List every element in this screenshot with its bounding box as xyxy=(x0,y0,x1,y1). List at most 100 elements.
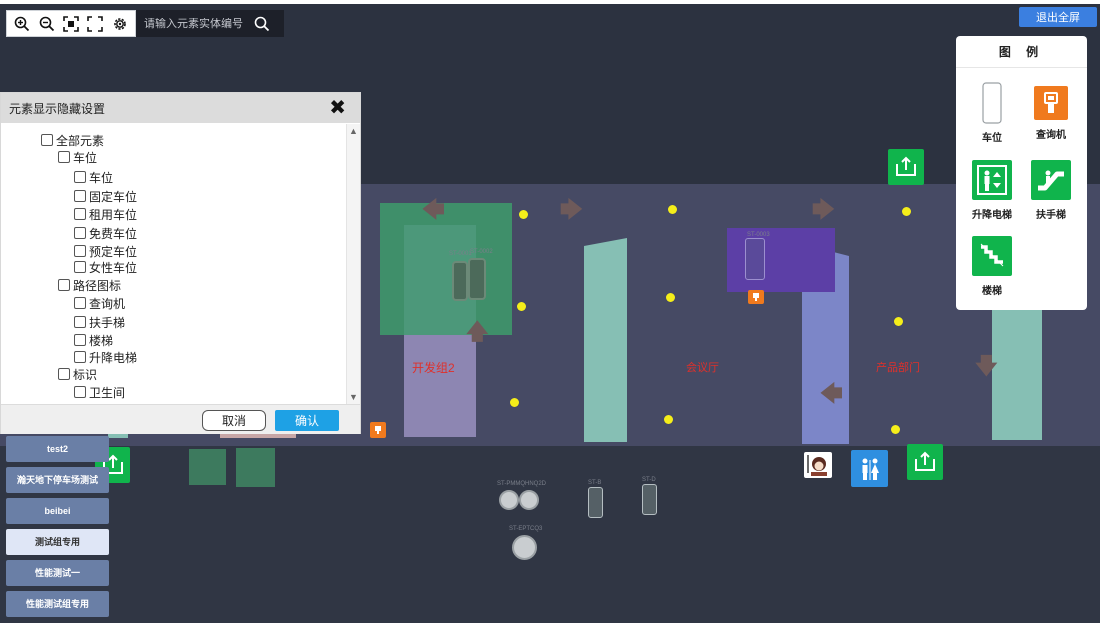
checkbox[interactable] xyxy=(58,151,70,163)
kiosk-icon[interactable] xyxy=(370,422,386,438)
confirm-button[interactable]: 确认 xyxy=(275,410,339,431)
tree-item[interactable]: 免费车位 xyxy=(74,225,137,241)
tree-item-label: 查询机 xyxy=(89,296,126,311)
tree-item[interactable]: 固定车位 xyxy=(74,188,137,204)
checkbox[interactable] xyxy=(74,208,86,220)
panel-header: 元素显示隐藏设置 ✖ xyxy=(1,93,360,123)
checkbox[interactable] xyxy=(74,334,86,346)
tree-item[interactable]: 标识 xyxy=(58,366,97,382)
floor-button-perf-test-group[interactable]: 性能测试组专用 xyxy=(6,591,109,617)
parking-slot[interactable] xyxy=(745,238,765,280)
tree-item[interactable]: 租用车位 xyxy=(74,206,137,222)
escalator-icon xyxy=(1031,160,1071,200)
floor-button-perf-test-1[interactable]: 性能测试一 xyxy=(6,560,109,586)
panel-title: 元素显示隐藏设置 xyxy=(9,101,106,116)
avatar-marker-icon[interactable] xyxy=(804,452,832,478)
camera-device-icon[interactable] xyxy=(512,535,537,560)
legend-item-escalator: 扶手梯 xyxy=(1021,160,1081,221)
checkbox[interactable] xyxy=(74,245,86,257)
arrow-up-icon: 🡅 xyxy=(466,319,489,344)
checkbox[interactable] xyxy=(74,297,86,309)
search-icon xyxy=(254,16,270,31)
tree-item[interactable]: 楼梯 xyxy=(74,332,113,348)
route-dot xyxy=(666,293,675,302)
floor-button-test2[interactable]: test2 xyxy=(6,436,109,462)
zoom-out-icon[interactable] xyxy=(37,14,57,34)
zone-product-mint[interactable] xyxy=(992,306,1042,440)
checkbox[interactable] xyxy=(74,316,86,328)
arrow-left-icon: 🡄 xyxy=(422,197,445,222)
search-button[interactable] xyxy=(244,10,280,37)
zone-pillar-mint[interactable] xyxy=(584,238,628,442)
floor-button-test-group[interactable]: 测试组专用 xyxy=(6,529,109,555)
gear-icon[interactable] xyxy=(110,14,130,34)
zone-label-conference: 会议厅 xyxy=(686,362,719,374)
tree-item[interactable]: 路径图标 xyxy=(58,277,121,293)
fit-screen-icon[interactable] xyxy=(61,14,81,34)
tree-item[interactable]: 卫生间 xyxy=(74,384,125,400)
arrow-down-icon: 🡇 xyxy=(975,353,998,378)
tree-item[interactable]: 全部元素 xyxy=(41,132,104,148)
route-dot xyxy=(664,415,673,424)
lower-green-block[interactable] xyxy=(189,449,226,485)
checkbox[interactable] xyxy=(74,171,86,183)
checkbox[interactable] xyxy=(74,227,86,239)
tree-item[interactable]: 预定车位 xyxy=(74,243,137,259)
zoom-in-icon[interactable] xyxy=(12,14,32,34)
exit-fullscreen-button[interactable]: 退出全屏 xyxy=(1019,7,1097,27)
tree-item[interactable]: 车位 xyxy=(74,169,113,185)
cancel-button[interactable]: 取消 xyxy=(202,410,266,431)
camera-device-icon[interactable] xyxy=(519,490,539,510)
checkbox[interactable] xyxy=(41,134,53,146)
tree-item[interactable]: 女性车位 xyxy=(74,259,137,275)
zone-label-product: 产品部门 xyxy=(876,362,920,374)
parking-slot[interactable] xyxy=(642,484,657,515)
parking-slot-code: ST-0001 xyxy=(449,251,472,257)
parking-space-icon xyxy=(975,82,1009,124)
camera-device-icon[interactable] xyxy=(499,490,519,510)
tree-item-label: 固定车位 xyxy=(89,189,138,204)
map-toolbar xyxy=(6,10,284,37)
fullscreen-icon[interactable] xyxy=(85,14,105,34)
search-box xyxy=(136,10,284,37)
checkbox[interactable] xyxy=(74,261,86,273)
close-icon[interactable]: ✖ xyxy=(329,98,346,118)
scroll-up-icon[interactable]: ▲ xyxy=(349,126,358,136)
restroom-icon[interactable] xyxy=(851,450,888,487)
tree-item[interactable]: 车位 xyxy=(58,149,97,165)
checkbox[interactable] xyxy=(74,386,86,398)
floor-button-hantiandi[interactable]: 瀚天地下停车场测试 xyxy=(6,467,109,493)
checkbox[interactable] xyxy=(58,279,70,291)
legend-label: 查询机 xyxy=(1036,130,1066,141)
tree-item[interactable]: 扶手梯 xyxy=(74,314,125,330)
route-dot xyxy=(668,205,677,214)
zone-dev-group-lavender[interactable] xyxy=(404,335,476,437)
legend-label: 升降电梯 xyxy=(972,210,1012,221)
device-code: ST-PMMQHNQ2D xyxy=(497,481,547,487)
legend-item-parking: 车位 xyxy=(962,82,1022,144)
tree-item-label: 预定车位 xyxy=(89,244,138,259)
zone-conference-purple[interactable] xyxy=(727,228,835,292)
parking-slot[interactable] xyxy=(452,261,468,301)
exit-icon[interactable] xyxy=(907,444,943,480)
tree-item[interactable]: 升降电梯 xyxy=(74,349,137,365)
exit-icon[interactable] xyxy=(888,149,924,185)
tree-item-label: 扶手梯 xyxy=(89,315,126,330)
scroll-down-icon[interactable]: ▼ xyxy=(349,392,358,402)
tree-item-label: 免费车位 xyxy=(89,226,138,241)
checkbox[interactable] xyxy=(74,351,86,363)
search-input[interactable] xyxy=(136,17,244,30)
checkbox[interactable] xyxy=(74,190,86,202)
tree-scrollbar[interactable]: ▲ ▼ xyxy=(346,124,360,404)
parking-slot[interactable] xyxy=(468,258,486,300)
tree-item[interactable]: 查询机 xyxy=(74,295,125,311)
device-code: ST-D xyxy=(642,477,656,483)
floor-button-beibei[interactable]: beibei xyxy=(6,498,109,524)
kiosk-icon[interactable] xyxy=(748,290,764,304)
checkbox[interactable] xyxy=(58,368,70,380)
lower-green-block[interactable] xyxy=(236,448,275,487)
parking-slot-code: ST-0003 xyxy=(747,232,770,238)
tree-item-label: 女性车位 xyxy=(89,260,138,275)
parking-slot[interactable] xyxy=(588,487,603,518)
route-dot xyxy=(902,207,911,216)
